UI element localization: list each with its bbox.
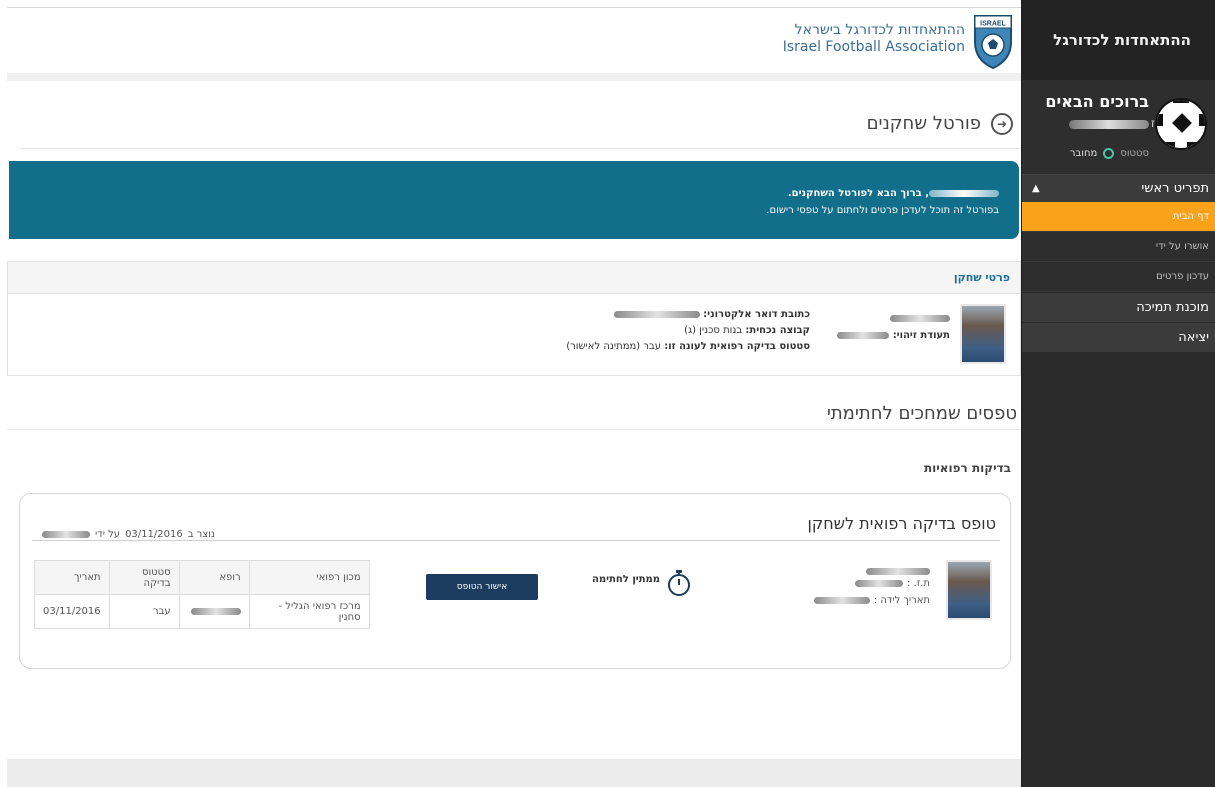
cell-medical-center: מרכז רפואי הגליל - סחנין xyxy=(248,594,370,629)
dob-label: תאריך לידה : xyxy=(873,595,930,606)
user-greeting: ברוכים הבאים xyxy=(1045,92,1149,111)
doctor-redacted xyxy=(190,607,241,615)
user-name-redacted xyxy=(1069,120,1149,129)
created-prefix: נוצר ב xyxy=(187,529,215,540)
col-doctor: רופא xyxy=(178,560,250,595)
welcome-line-1: , ברוך הבא לפורטל השחקנים. xyxy=(9,185,999,202)
approve-form-button[interactable]: אישור הטופס xyxy=(426,574,538,600)
sidebar-brand[interactable]: ההתאחדות לכדורגל xyxy=(1022,0,1215,80)
triangle-up-icon: ▲ xyxy=(1032,183,1040,194)
sidebar-item-support[interactable]: מוכנת תמיכה xyxy=(1022,292,1215,322)
email-label: כתובת דואר אלקטרוני: xyxy=(703,309,810,320)
org-name: ההתאחדות לכדורגל בישראל Israel Football … xyxy=(783,22,965,56)
table-row: מרכז רפואי הגליל - סחנין עבר 03/11/2016 xyxy=(34,594,370,629)
group-label: קבוצה נכחית: xyxy=(745,325,810,336)
player-photo xyxy=(960,304,1006,364)
dob-redacted xyxy=(813,597,870,604)
sidebar-item-logout[interactable]: יציאה xyxy=(1022,322,1215,352)
form-player-info: ת.ז. : תאריך לידה : xyxy=(813,568,930,609)
player-name-redacted xyxy=(890,315,950,322)
welcome-line-2: בפורטל זה תוכל לעדכן פרטים ולחתום על טפס… xyxy=(766,205,999,216)
form-id-redacted xyxy=(855,580,904,587)
content-top-shade xyxy=(7,73,1021,81)
form-created-info: נוצר ב 03/11/2016 על ידי xyxy=(42,529,215,540)
cell-test-status: עבר xyxy=(108,594,180,629)
created-date: 03/11/2016 xyxy=(125,529,183,540)
medical-status-value: עבר (ממתינה לאישור) xyxy=(566,341,662,352)
waiting-for-signature: ממתין לחתימה xyxy=(592,574,660,585)
player-details-card: פרטי שחקן תעודת זיהוי: כתובת דואר אלקטרו… xyxy=(7,261,1021,376)
id-value-redacted xyxy=(836,332,889,339)
player-details-heading: פרטי שחקן xyxy=(8,262,1020,294)
player-details-list: כתובת דואר אלקטרוני: קבוצה נכחית: בנות ס… xyxy=(566,307,810,355)
main-content: ➜ פורטל שחקנים , ברוך הבא לפורטל השחקנים… xyxy=(7,73,1021,787)
stopwatch-icon xyxy=(668,570,690,596)
email-value-redacted xyxy=(613,310,700,318)
status-value: מחובר xyxy=(1069,148,1098,159)
sidebar-item-update-details[interactable]: עדכון פרטים xyxy=(1022,262,1215,292)
divider xyxy=(7,429,1021,430)
medical-form-card: טופס בדיקה רפואית לשחקן נוצר ב 03/11/201… xyxy=(19,493,1011,669)
cell-doctor xyxy=(178,594,250,629)
user-panel: ברוכים הבאים ז סטטוס מחובר xyxy=(1022,80,1215,174)
main-menu-toggle[interactable]: תפריט ראשי ▲ xyxy=(1022,174,1215,202)
sidebar: ההתאחדות לכדורגל ברוכים הבאים ז סטטוס מח… xyxy=(1021,0,1215,787)
header: ISRAEL ההתאחדות לכדורגל בישראל Israel Fo… xyxy=(7,7,1021,73)
group-value: בנות סכנין (ג) xyxy=(684,325,743,336)
col-medical-center: מכון רפואי xyxy=(248,560,370,595)
cell-date: 03/11/2016 xyxy=(34,594,110,629)
forms-section-title: טפסים שמחכים לחתימתי xyxy=(826,403,1017,424)
main-menu-label: תפריט ראשי xyxy=(1141,181,1209,196)
form-title: טופס בדיקה רפואית לשחקן xyxy=(807,514,997,533)
player-name-redacted xyxy=(866,568,930,575)
divider xyxy=(32,540,1000,541)
welcome-banner: , ברוך הבא לפורטל השחקנים. בפורטל זה תוכ… xyxy=(9,161,1019,239)
player-name-redacted xyxy=(929,189,999,197)
ifa-logo-icon[interactable]: ISRAEL xyxy=(971,12,1015,70)
creator-redacted xyxy=(42,531,90,538)
player-photo xyxy=(946,560,992,620)
org-name-english: Israel Football Association xyxy=(782,39,965,55)
medical-table: מכון רפואי רופא סטטוס בדיקה תאריך מרכז ר… xyxy=(34,560,370,629)
page-title: פורטל שחקנים xyxy=(866,113,981,134)
sidebar-item-home[interactable]: דף הבית xyxy=(1022,202,1215,232)
welcome-text: , ברוך הבא לפורטל השחקנים. xyxy=(787,188,929,199)
org-name-hebrew: ההתאחדות לכדורגל בישראל xyxy=(794,22,965,38)
form-id-label: ת.ז. : xyxy=(907,578,930,589)
user-status: סטטוס מחובר xyxy=(1070,148,1149,159)
player-id-line: תעודת זיהוי: xyxy=(836,330,950,341)
svg-text:ISRAEL: ISRAEL xyxy=(980,21,1006,28)
back-arrow-icon[interactable]: ➜ xyxy=(991,113,1013,135)
user-id-fragment: ז xyxy=(1150,116,1155,130)
col-date: תאריך xyxy=(34,560,110,595)
status-circle-icon xyxy=(1103,148,1115,159)
id-label: תעודת זיהוי: xyxy=(892,330,950,341)
medical-status-label: סטטוס בדיקה רפואית לעונה זו: xyxy=(664,341,810,352)
status-label: סטטוס xyxy=(1120,148,1149,159)
created-by: על ידי xyxy=(95,529,121,540)
table-header-row: מכון רפואי רופא סטטוס בדיקה תאריך xyxy=(34,560,370,595)
portal-header: ➜ פורטל שחקנים xyxy=(21,105,1021,149)
soccer-ball-icon xyxy=(1155,98,1207,150)
col-test-status: סטטוס בדיקה xyxy=(108,560,180,595)
sidebar-item-approved-by[interactable]: אושרו על ידי xyxy=(1022,232,1215,262)
medical-tests-heading: בדיקות רפואיות xyxy=(923,461,1011,475)
footer xyxy=(7,759,1021,787)
